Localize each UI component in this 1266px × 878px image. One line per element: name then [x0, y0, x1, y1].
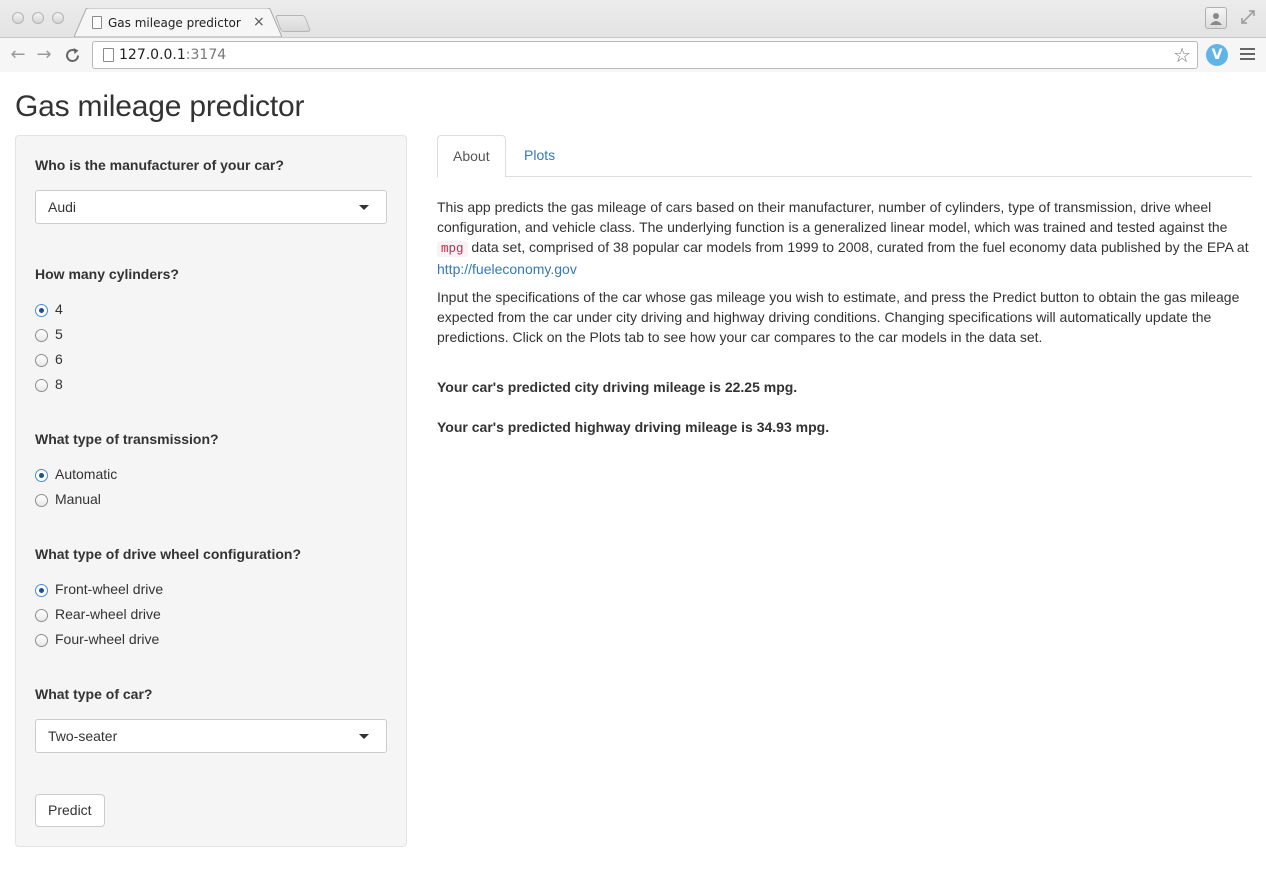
mpg-code: mpg: [437, 241, 468, 257]
window-minimize-button[interactable]: [32, 12, 44, 24]
cylinders-label: How many cylinders?: [35, 266, 179, 282]
page-title: Gas mileage predictor: [15, 90, 305, 123]
radio-label: Automatic: [55, 466, 118, 482]
radio-button[interactable]: [35, 584, 48, 597]
radio-label: 6: [55, 351, 63, 367]
url-text: 127.0.0.1:3174: [119, 47, 227, 63]
tab-about[interactable]: About: [437, 135, 506, 178]
chevron-down-icon: [359, 205, 369, 210]
drive-label: What type of drive wheel configuration?: [35, 546, 302, 562]
radio-button[interactable]: [35, 609, 48, 622]
transmission-label: What type of transmission?: [35, 431, 219, 447]
city-mileage-result: Your car's predicted city driving mileag…: [437, 379, 798, 395]
about-paragraph-1: This app predicts the gas mileage of car…: [437, 199, 1249, 277]
profile-button[interactable]: [1205, 7, 1227, 29]
tab-plots[interactable]: Plots: [509, 135, 570, 177]
radio-label: Rear-wheel drive: [55, 606, 161, 622]
window-close-button[interactable]: [12, 12, 24, 24]
highway-mileage-result: Your car's predicted highway driving mil…: [437, 419, 830, 435]
window-zoom-button[interactable]: [52, 12, 64, 24]
radio-button[interactable]: [35, 354, 48, 367]
radio-label: 4: [55, 301, 63, 317]
page-icon: [92, 16, 102, 29]
person-icon: [1210, 13, 1222, 25]
radio-button[interactable]: [35, 304, 48, 317]
car-type-label: What type of car?: [35, 686, 153, 702]
sidebar-panel: Who is the manufacturer of your car? Aud…: [15, 135, 407, 847]
radio-button[interactable]: [35, 494, 48, 507]
chevron-down-icon: [359, 734, 369, 739]
manufacturer-label: Who is the manufacturer of your car?: [35, 157, 284, 173]
bookmark-star-icon[interactable]: ☆: [1173, 43, 1191, 68]
radio-button[interactable]: [35, 634, 48, 647]
radio-button[interactable]: [35, 329, 48, 342]
browser-toolbar: ← → 127.0.0.1:3174 ☆ V: [0, 37, 1266, 72]
manufacturer-select[interactable]: Audi: [35, 190, 387, 224]
browser-chrome: Gas mileage predictor × ← → 127.0.0.1:31…: [0, 0, 1266, 72]
predict-button[interactable]: Predict: [35, 794, 105, 827]
fullscreen-icon[interactable]: [1240, 9, 1256, 25]
tab-close-icon[interactable]: ×: [253, 14, 265, 30]
address-bar[interactable]: 127.0.0.1:3174 ☆: [92, 41, 1198, 69]
radio-button[interactable]: [35, 469, 48, 482]
forward-icon[interactable]: →: [34, 45, 54, 65]
radio-label: 5: [55, 326, 63, 342]
radio-label: Four-wheel drive: [55, 631, 160, 647]
reload-icon[interactable]: [64, 47, 81, 64]
manufacturer-value: Audi: [48, 199, 77, 215]
new-tab-button[interactable]: [274, 15, 312, 32]
fueleconomy-link[interactable]: http://fueleconomy.gov: [437, 261, 577, 277]
tab-bar: About Plots: [437, 135, 1252, 178]
car-type-value: Two-seater: [48, 728, 118, 744]
radio-label: Front-wheel drive: [55, 581, 164, 597]
car-type-select[interactable]: Two-seater: [35, 719, 387, 753]
radio-label: 8: [55, 376, 63, 392]
tab-title: Gas mileage predictor: [108, 16, 241, 30]
extension-icon[interactable]: V: [1206, 44, 1228, 66]
back-icon[interactable]: ←: [8, 45, 28, 65]
about-paragraph-2: Input the specifications of the car whos…: [437, 289, 1240, 345]
page-icon: [103, 48, 114, 62]
radio-label: Manual: [55, 491, 101, 507]
menu-icon[interactable]: [1240, 48, 1255, 63]
radio-button[interactable]: [35, 379, 48, 392]
